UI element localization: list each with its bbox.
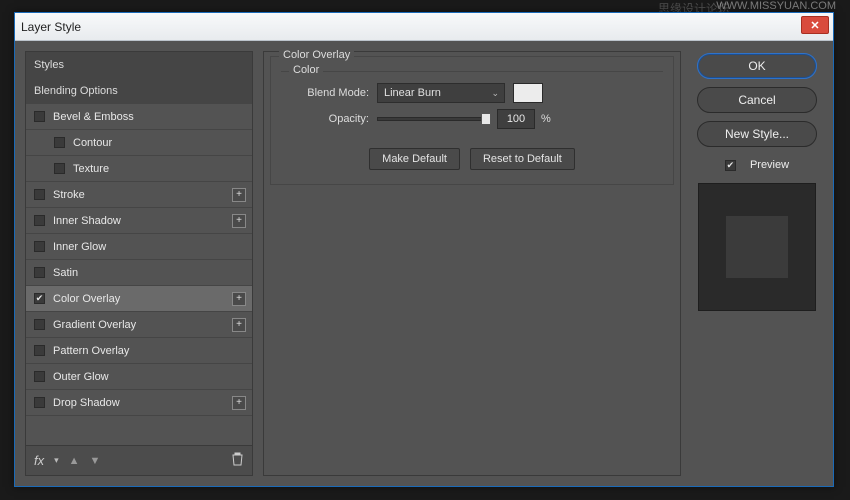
- effect-label: Pattern Overlay: [53, 345, 129, 357]
- effect-label: Drop Shadow: [53, 397, 120, 409]
- settings-panel: Color Overlay Color Blend Mode: Linear B…: [263, 51, 681, 476]
- make-default-button[interactable]: Make Default: [369, 148, 460, 170]
- preview-swatch: [726, 216, 788, 278]
- cancel-button[interactable]: Cancel: [697, 87, 817, 113]
- effect-label: Bevel & Emboss: [53, 111, 134, 123]
- effect-stroke[interactable]: Stroke +: [26, 182, 252, 208]
- titlebar: Layer Style ✕: [15, 13, 833, 41]
- dialog-title: Layer Style: [21, 20, 81, 34]
- blend-mode-label: Blend Mode:: [291, 87, 377, 99]
- effect-drop-shadow[interactable]: Drop Shadow +: [26, 390, 252, 416]
- effect-label: Inner Shadow: [53, 215, 121, 227]
- slider-thumb[interactable]: [481, 113, 491, 125]
- preview-label: Preview: [750, 159, 789, 171]
- blend-mode-value: Linear Burn: [384, 87, 441, 99]
- add-instance-icon[interactable]: +: [232, 214, 246, 228]
- group-title: Color Overlay: [279, 49, 354, 61]
- effect-label: Texture: [73, 163, 109, 175]
- effect-satin[interactable]: Satin: [26, 260, 252, 286]
- opacity-label: Opacity:: [291, 113, 377, 125]
- checkbox[interactable]: [34, 215, 45, 226]
- checkbox[interactable]: [54, 163, 65, 174]
- blending-options-header[interactable]: Blending Options: [26, 78, 252, 104]
- opacity-slider[interactable]: [377, 117, 491, 121]
- close-icon: ✕: [810, 19, 819, 32]
- effect-pattern-overlay[interactable]: Pattern Overlay: [26, 338, 252, 364]
- effect-inner-glow[interactable]: Inner Glow: [26, 234, 252, 260]
- color-group-title: Color: [289, 64, 323, 76]
- sidebar-footer: fx ▾ ▲ ▼: [25, 446, 253, 476]
- add-instance-icon[interactable]: +: [232, 396, 246, 410]
- color-swatch[interactable]: [513, 83, 543, 103]
- effect-label: Outer Glow: [53, 371, 109, 383]
- effect-label: Gradient Overlay: [53, 319, 136, 331]
- effect-gradient-overlay[interactable]: Gradient Overlay +: [26, 312, 252, 338]
- fx-menu[interactable]: fx: [34, 453, 44, 468]
- preview-checkbox[interactable]: [725, 160, 736, 171]
- move-up-icon[interactable]: ▲: [69, 455, 80, 467]
- move-down-icon[interactable]: ▼: [90, 455, 101, 467]
- opacity-input[interactable]: [497, 109, 535, 129]
- chevron-down-icon: ▾: [54, 455, 59, 466]
- checkbox[interactable]: [34, 345, 45, 356]
- effect-contour[interactable]: Contour: [26, 130, 252, 156]
- checkbox[interactable]: [34, 371, 45, 382]
- checkbox[interactable]: [34, 189, 45, 200]
- effect-bevel-emboss[interactable]: Bevel & Emboss: [26, 104, 252, 130]
- new-style-button[interactable]: New Style...: [697, 121, 817, 147]
- layer-style-dialog: Layer Style ✕ Styles Blending Options Be…: [14, 12, 834, 487]
- effect-label: Stroke: [53, 189, 85, 201]
- trash-icon[interactable]: [231, 452, 244, 469]
- effect-texture[interactable]: Texture: [26, 156, 252, 182]
- effect-label: Satin: [53, 267, 78, 279]
- blend-mode-select[interactable]: Linear Burn ⌄: [377, 83, 505, 103]
- checkbox[interactable]: [34, 241, 45, 252]
- preview-thumbnail: [698, 183, 816, 311]
- color-group: Color Blend Mode: Linear Burn ⌄ Opacity:: [281, 71, 663, 136]
- checkbox[interactable]: [34, 267, 45, 278]
- actions-column: OK Cancel New Style... Preview: [691, 51, 823, 476]
- opacity-unit: %: [541, 113, 551, 125]
- color-overlay-group: Color Overlay Color Blend Mode: Linear B…: [270, 56, 674, 185]
- checkbox[interactable]: [34, 111, 45, 122]
- checkbox[interactable]: [34, 397, 45, 408]
- effect-outer-glow[interactable]: Outer Glow: [26, 364, 252, 390]
- add-instance-icon[interactable]: +: [232, 188, 246, 202]
- effect-color-overlay[interactable]: Color Overlay +: [26, 286, 252, 312]
- close-button[interactable]: ✕: [801, 16, 829, 34]
- styles-header[interactable]: Styles: [26, 52, 252, 78]
- add-instance-icon[interactable]: +: [232, 292, 246, 306]
- ok-button[interactable]: OK: [697, 53, 817, 79]
- effect-label: Color Overlay: [53, 293, 120, 305]
- effects-sidebar: Styles Blending Options Bevel & Emboss C…: [25, 51, 253, 476]
- checkbox[interactable]: [34, 293, 45, 304]
- effect-label: Contour: [73, 137, 112, 149]
- effect-inner-shadow[interactable]: Inner Shadow +: [26, 208, 252, 234]
- reset-default-button[interactable]: Reset to Default: [470, 148, 575, 170]
- add-instance-icon[interactable]: +: [232, 318, 246, 332]
- effect-label: Inner Glow: [53, 241, 106, 253]
- checkbox[interactable]: [54, 137, 65, 148]
- chevron-down-icon: ⌄: [491, 88, 499, 99]
- checkbox[interactable]: [34, 319, 45, 330]
